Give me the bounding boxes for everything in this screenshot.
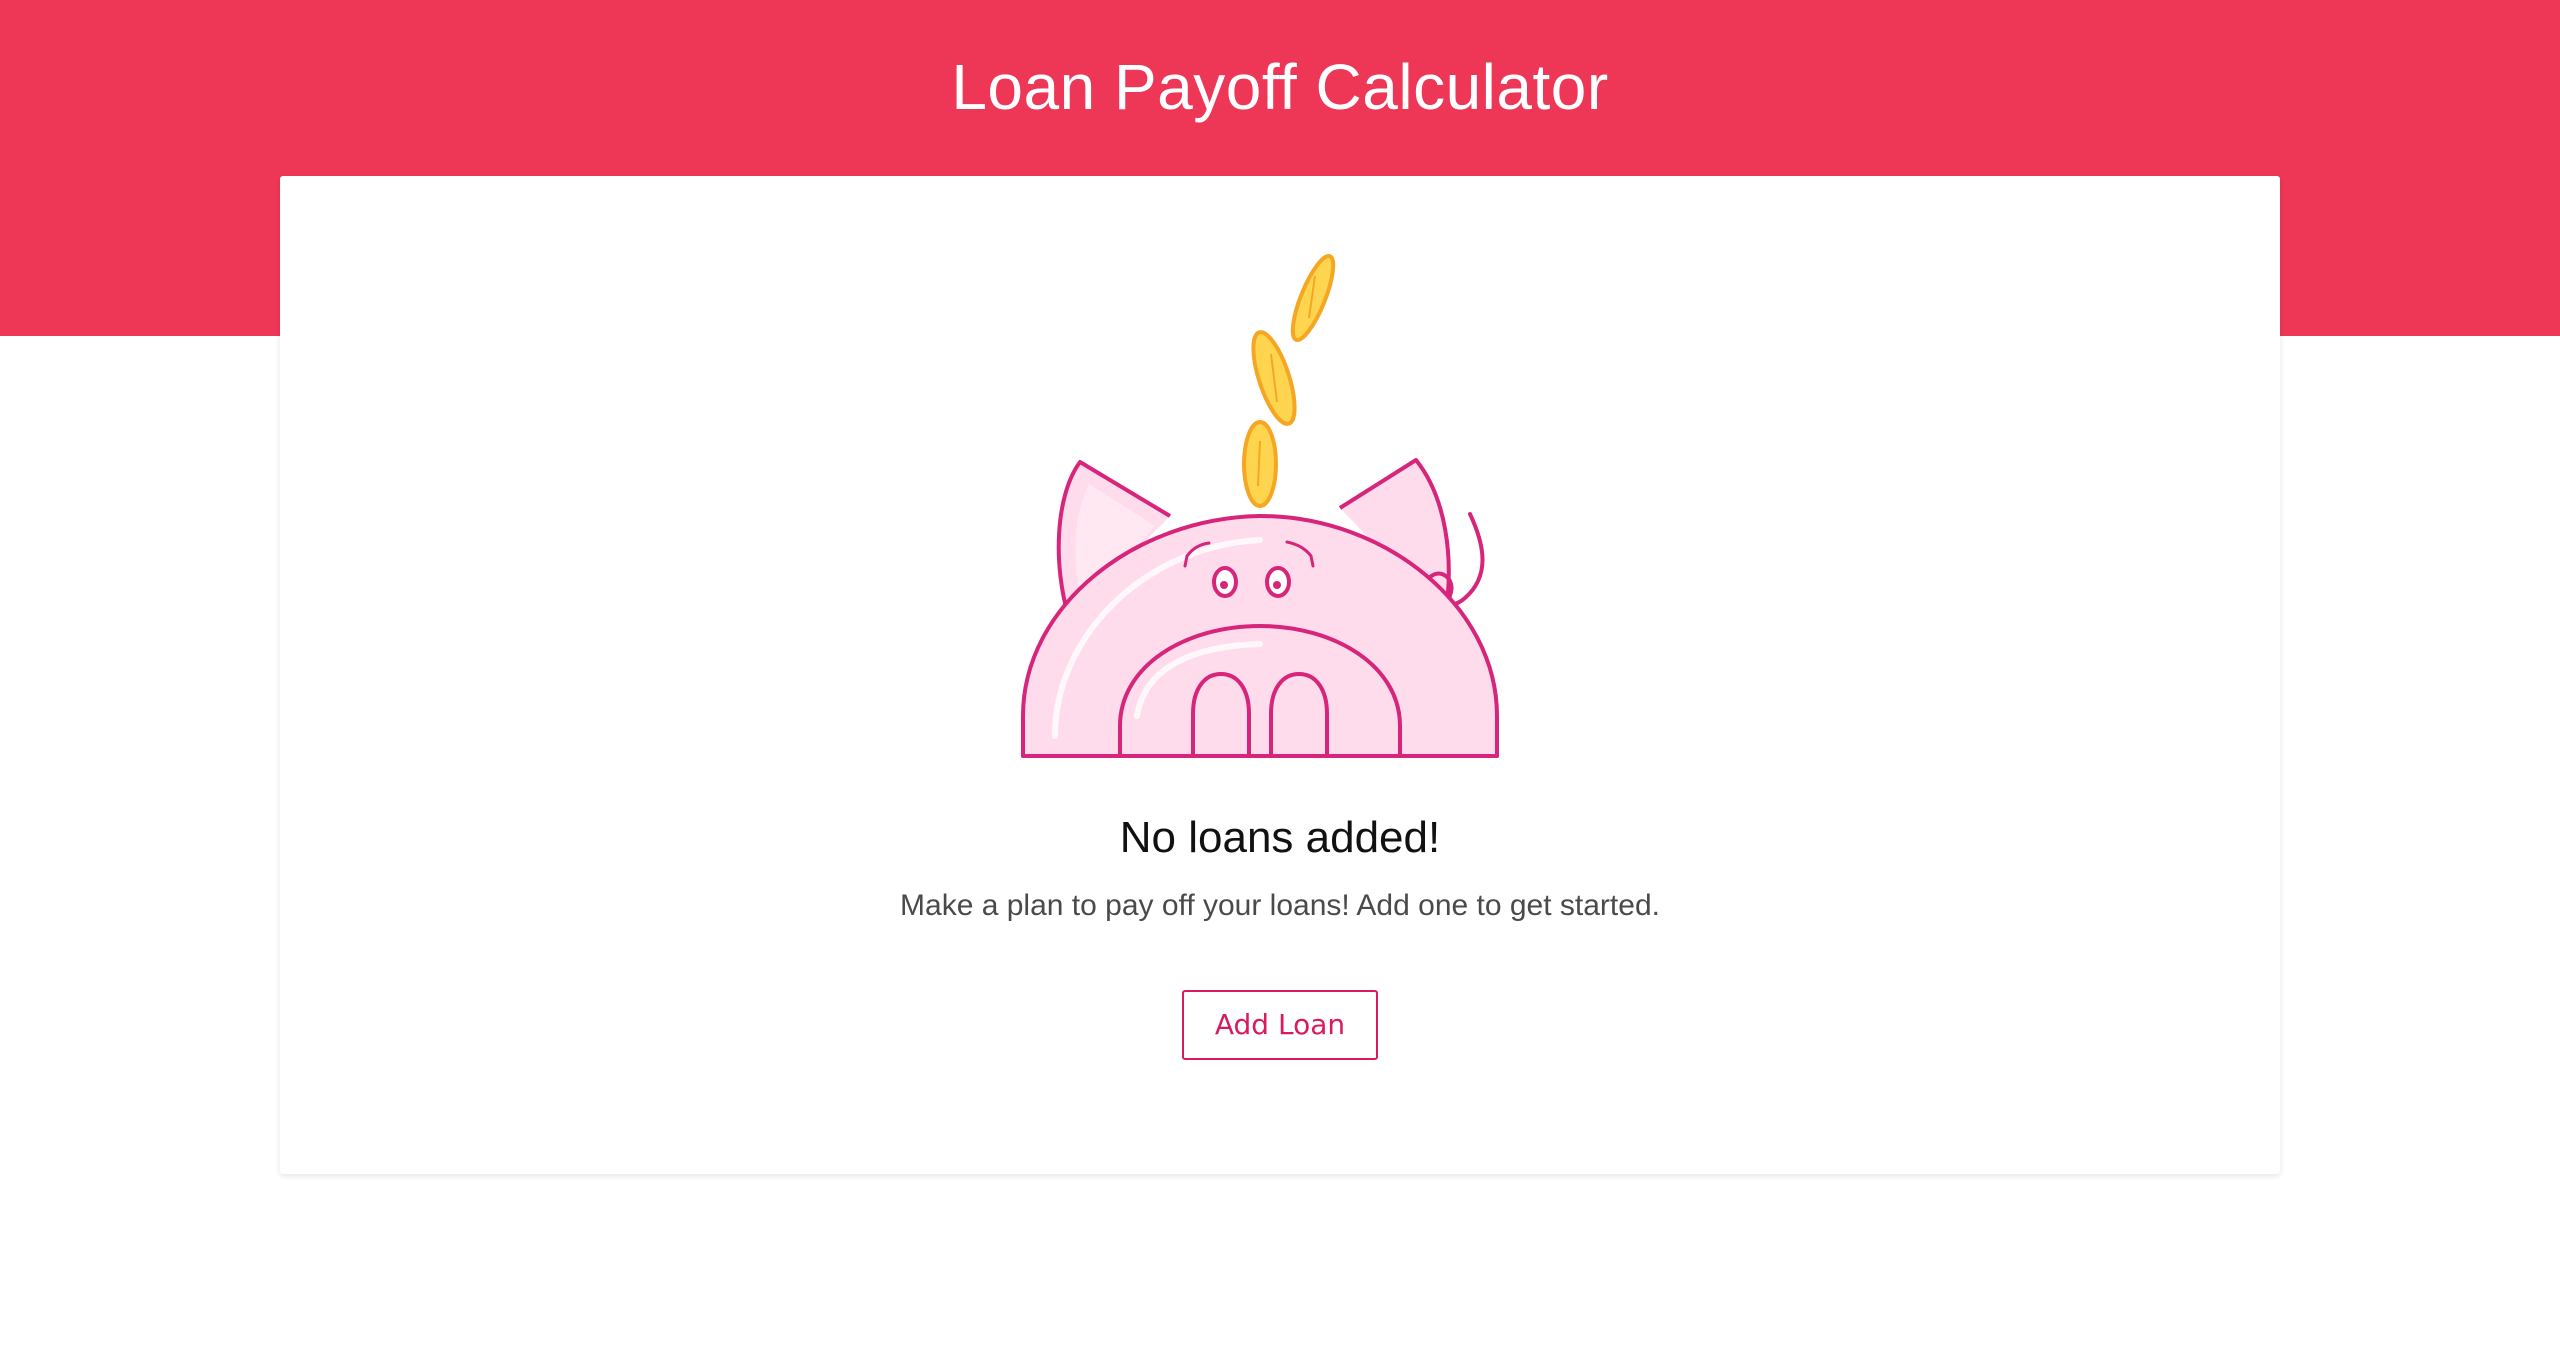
main-card: No loans added! Make a plan to pay off y… bbox=[280, 176, 2280, 1174]
add-loan-button[interactable]: Add Loan bbox=[1182, 990, 1378, 1060]
coin-icon bbox=[1290, 254, 1336, 342]
coin-icon bbox=[1242, 420, 1278, 508]
empty-state-message: Make a plan to pay off your loans! Add o… bbox=[900, 889, 1660, 922]
empty-state-title: No loans added! bbox=[1119, 813, 1441, 862]
page-title: Loan Payoff Calculator bbox=[951, 51, 1609, 123]
coin-icon bbox=[1251, 330, 1297, 426]
piggy-bank-icon bbox=[1021, 254, 1499, 758]
